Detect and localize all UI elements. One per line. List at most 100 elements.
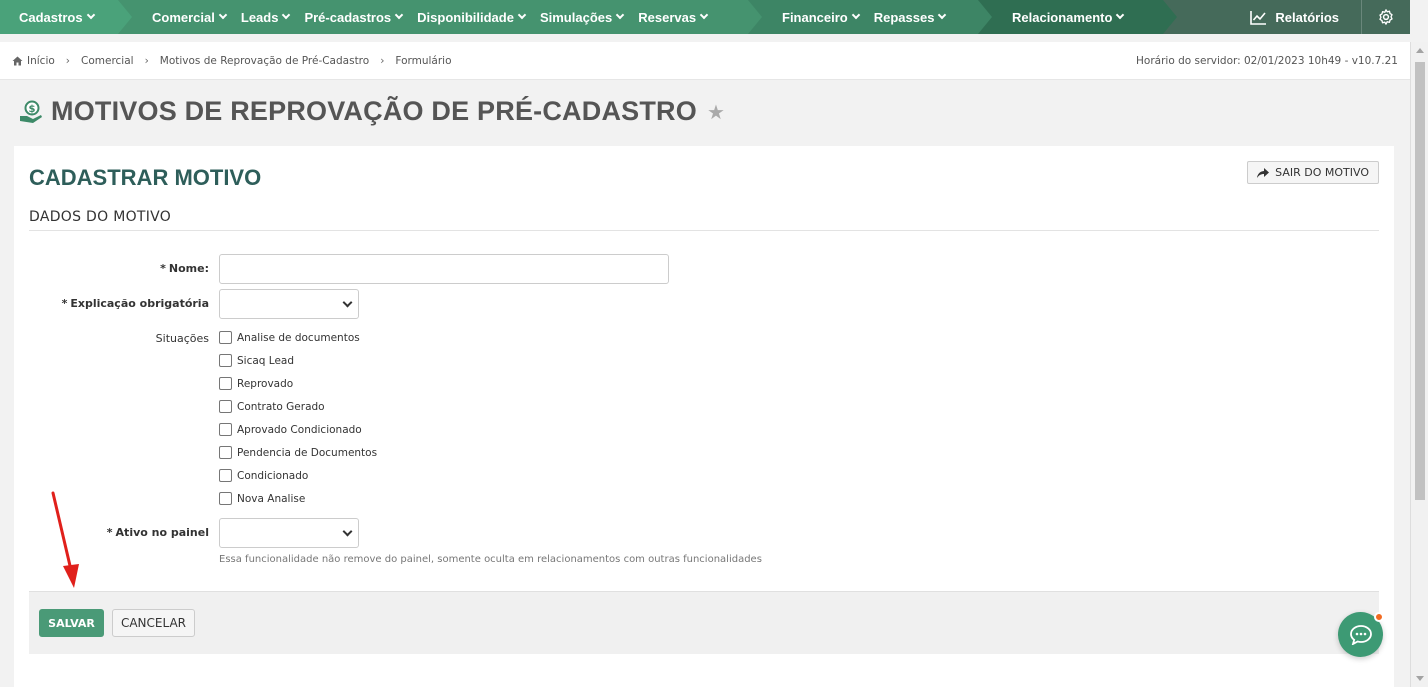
situacao-checkbox[interactable]: [219, 331, 232, 344]
breadcrumb-inicio[interactable]: Início: [27, 55, 55, 67]
situacao-checkbox-row[interactable]: Reprovado: [219, 377, 293, 390]
nav-item-relacionamento[interactable]: Relacionamento: [1012, 9, 1125, 25]
form-heading: CADASTRAR MOTIVO: [29, 165, 262, 190]
nav-item-leads[interactable]: Leads: [240, 9, 291, 25]
exit-motivo-label: SAIR DO MOTIVO: [1275, 166, 1369, 179]
money-hand-icon: $: [20, 100, 42, 123]
nav-item-reservas[interactable]: Reservas: [638, 9, 709, 25]
breadcrumb-comercial[interactable]: Comercial: [81, 55, 134, 67]
settings-button[interactable]: [1362, 0, 1410, 34]
scroll-up-icon[interactable]: [1416, 48, 1424, 53]
chevron-down-icon: [282, 10, 291, 20]
situacao-label: Reprovado: [237, 377, 294, 390]
required-mark: *: [106, 526, 113, 539]
nav-item-label: Disponibilidade: [417, 9, 514, 25]
situacao-checkbox-row[interactable]: Sicaq Lead: [219, 354, 294, 367]
situacao-label: Condicionado: [237, 469, 309, 482]
nav-item-simulacoes[interactable]: Simulações: [539, 9, 625, 25]
situacao-checkbox[interactable]: [219, 400, 232, 413]
nav-item-label: Pré-cadastros: [304, 9, 392, 25]
situacao-checkbox-row[interactable]: Aprovado Condicionado: [219, 423, 362, 436]
nav-item-label: Cadastros: [19, 9, 83, 25]
situacoes-label: Situações: [155, 332, 209, 345]
chevron-down-icon: [218, 10, 228, 20]
nav-item-repasses[interactable]: Repasses: [874, 10, 947, 25]
situacao-label: Contrato Gerado: [237, 400, 325, 413]
nav-group-relacionamento: Relacionamento: [978, 0, 1177, 34]
explicacao-label-text: Explicação obrigatória: [70, 297, 209, 310]
ativo-hint: Essa funcionalidade não remove do painel…: [219, 554, 762, 565]
chevron-down-icon: [1116, 10, 1125, 20]
situacao-checkbox-row[interactable]: Pendencia de Documentos: [219, 446, 377, 459]
chevron-down-icon: [615, 10, 625, 20]
chevron-right-icon: ›: [144, 54, 149, 67]
nav-item-disponibilidade[interactable]: Disponibilidade: [417, 9, 527, 25]
breadcrumb-motivos[interactable]: Motivos de Reprovação de Pré-Cadastro: [160, 55, 369, 67]
ativo-label-text: Ativo no painel: [115, 526, 209, 539]
chevron-down-icon: [86, 10, 95, 20]
nome-input[interactable]: [219, 254, 669, 284]
situacao-checkbox[interactable]: [219, 354, 232, 367]
svg-text:$: $: [29, 104, 36, 115]
situacao-checkbox[interactable]: [219, 423, 232, 436]
chevron-down-icon: [699, 10, 709, 20]
situacao-checkbox[interactable]: [219, 377, 232, 390]
situacao-label: Sicaq Lead: [237, 354, 295, 367]
nav-item-cadastros[interactable]: Cadastros: [19, 9, 95, 25]
ativo-select[interactable]: [219, 518, 359, 548]
situacao-label: Analise de documentos: [237, 331, 360, 344]
explicacao-select[interactable]: [219, 289, 359, 319]
chevron-down-icon: [938, 10, 947, 20]
situacao-checkbox[interactable]: [219, 446, 232, 459]
chevron-right-icon: ›: [380, 54, 385, 67]
required-mark: *: [61, 297, 68, 310]
cancel-button[interactable]: CANCELAR: [112, 609, 195, 637]
nav-item-label: Reservas: [638, 9, 697, 25]
chevron-right-icon: ›: [65, 54, 70, 67]
gear-icon: [1379, 9, 1393, 25]
vertical-scrollbar[interactable]: [1410, 42, 1428, 687]
chevron-down-icon: [517, 10, 527, 20]
situacao-checkbox-row[interactable]: Analise de documentos: [219, 331, 360, 344]
situacao-checkbox[interactable]: [219, 469, 232, 482]
form-footer: SALVAR CANCELAR: [29, 591, 1379, 654]
annotation-arrow: [51, 491, 79, 588]
situacao-checkbox-row[interactable]: Nova Analise: [219, 492, 305, 505]
required-mark: *: [160, 262, 166, 275]
section-title: DADOS DO MOTIVO: [29, 209, 172, 225]
chat-button[interactable]: [1338, 612, 1384, 657]
home-icon: [12, 56, 23, 65]
nav-item-label: Simulações: [539, 9, 613, 25]
nav-item-pre-cadastros[interactable]: Pré-cadastros: [304, 9, 404, 25]
top-navigation: Cadastros Comercial Leads Pré-cadastros …: [0, 0, 1410, 34]
server-time: Horário do servidor: 02/01/2023 10h49 - …: [1136, 54, 1398, 67]
section-divider: [29, 230, 1379, 231]
situacao-label: Nova Analise: [237, 492, 306, 505]
scroll-down-icon[interactable]: [1416, 676, 1424, 681]
nav-item-relatorios[interactable]: Relatórios: [1250, 0, 1362, 34]
nav-item-financeiro[interactable]: Financeiro: [782, 10, 860, 25]
situacao-checkbox-row[interactable]: Contrato Gerado: [219, 400, 325, 413]
situacao-checkbox[interactable]: [219, 492, 232, 505]
exit-motivo-button[interactable]: SAIR DO MOTIVO: [1247, 161, 1379, 184]
save-button[interactable]: SALVAR: [39, 609, 104, 637]
situacao-checkbox-row[interactable]: Condicionado: [219, 469, 308, 482]
chevron-down-icon: [394, 10, 404, 20]
nav-item-label: Relacionamento: [1012, 9, 1113, 25]
nav-item-label: Comercial: [152, 9, 215, 25]
nav-item-label: Leads: [240, 9, 279, 25]
nav-item-comercial[interactable]: Comercial: [152, 9, 228, 25]
line-chart-icon: [1250, 10, 1267, 25]
favorite-star-icon[interactable]: ★: [707, 100, 725, 124]
page-header: $ MOTIVOS DE REPROVAÇÃO DE PRÉ-CADASTRO …: [19, 96, 725, 127]
share-arrow-icon: [1257, 167, 1270, 178]
scrollbar-thumb[interactable]: [1415, 62, 1425, 500]
chevron-down-icon: [342, 526, 353, 537]
notification-badge: [1374, 612, 1384, 622]
situacao-label: Aprovado Condicionado: [237, 423, 362, 436]
page-title: MOTIVOS DE REPROVAÇÃO DE PRÉ-CADASTRO: [51, 96, 697, 126]
nav-item-label: Relatórios: [1275, 9, 1339, 25]
ativo-label: * Ativo no painel: [107, 526, 209, 539]
form-card: CADASTRAR MOTIVO SAIR DO MOTIVO DADOS DO…: [14, 146, 1394, 687]
breadcrumb-bar: Início › Comercial › Motivos de Reprovaç…: [0, 42, 1410, 80]
